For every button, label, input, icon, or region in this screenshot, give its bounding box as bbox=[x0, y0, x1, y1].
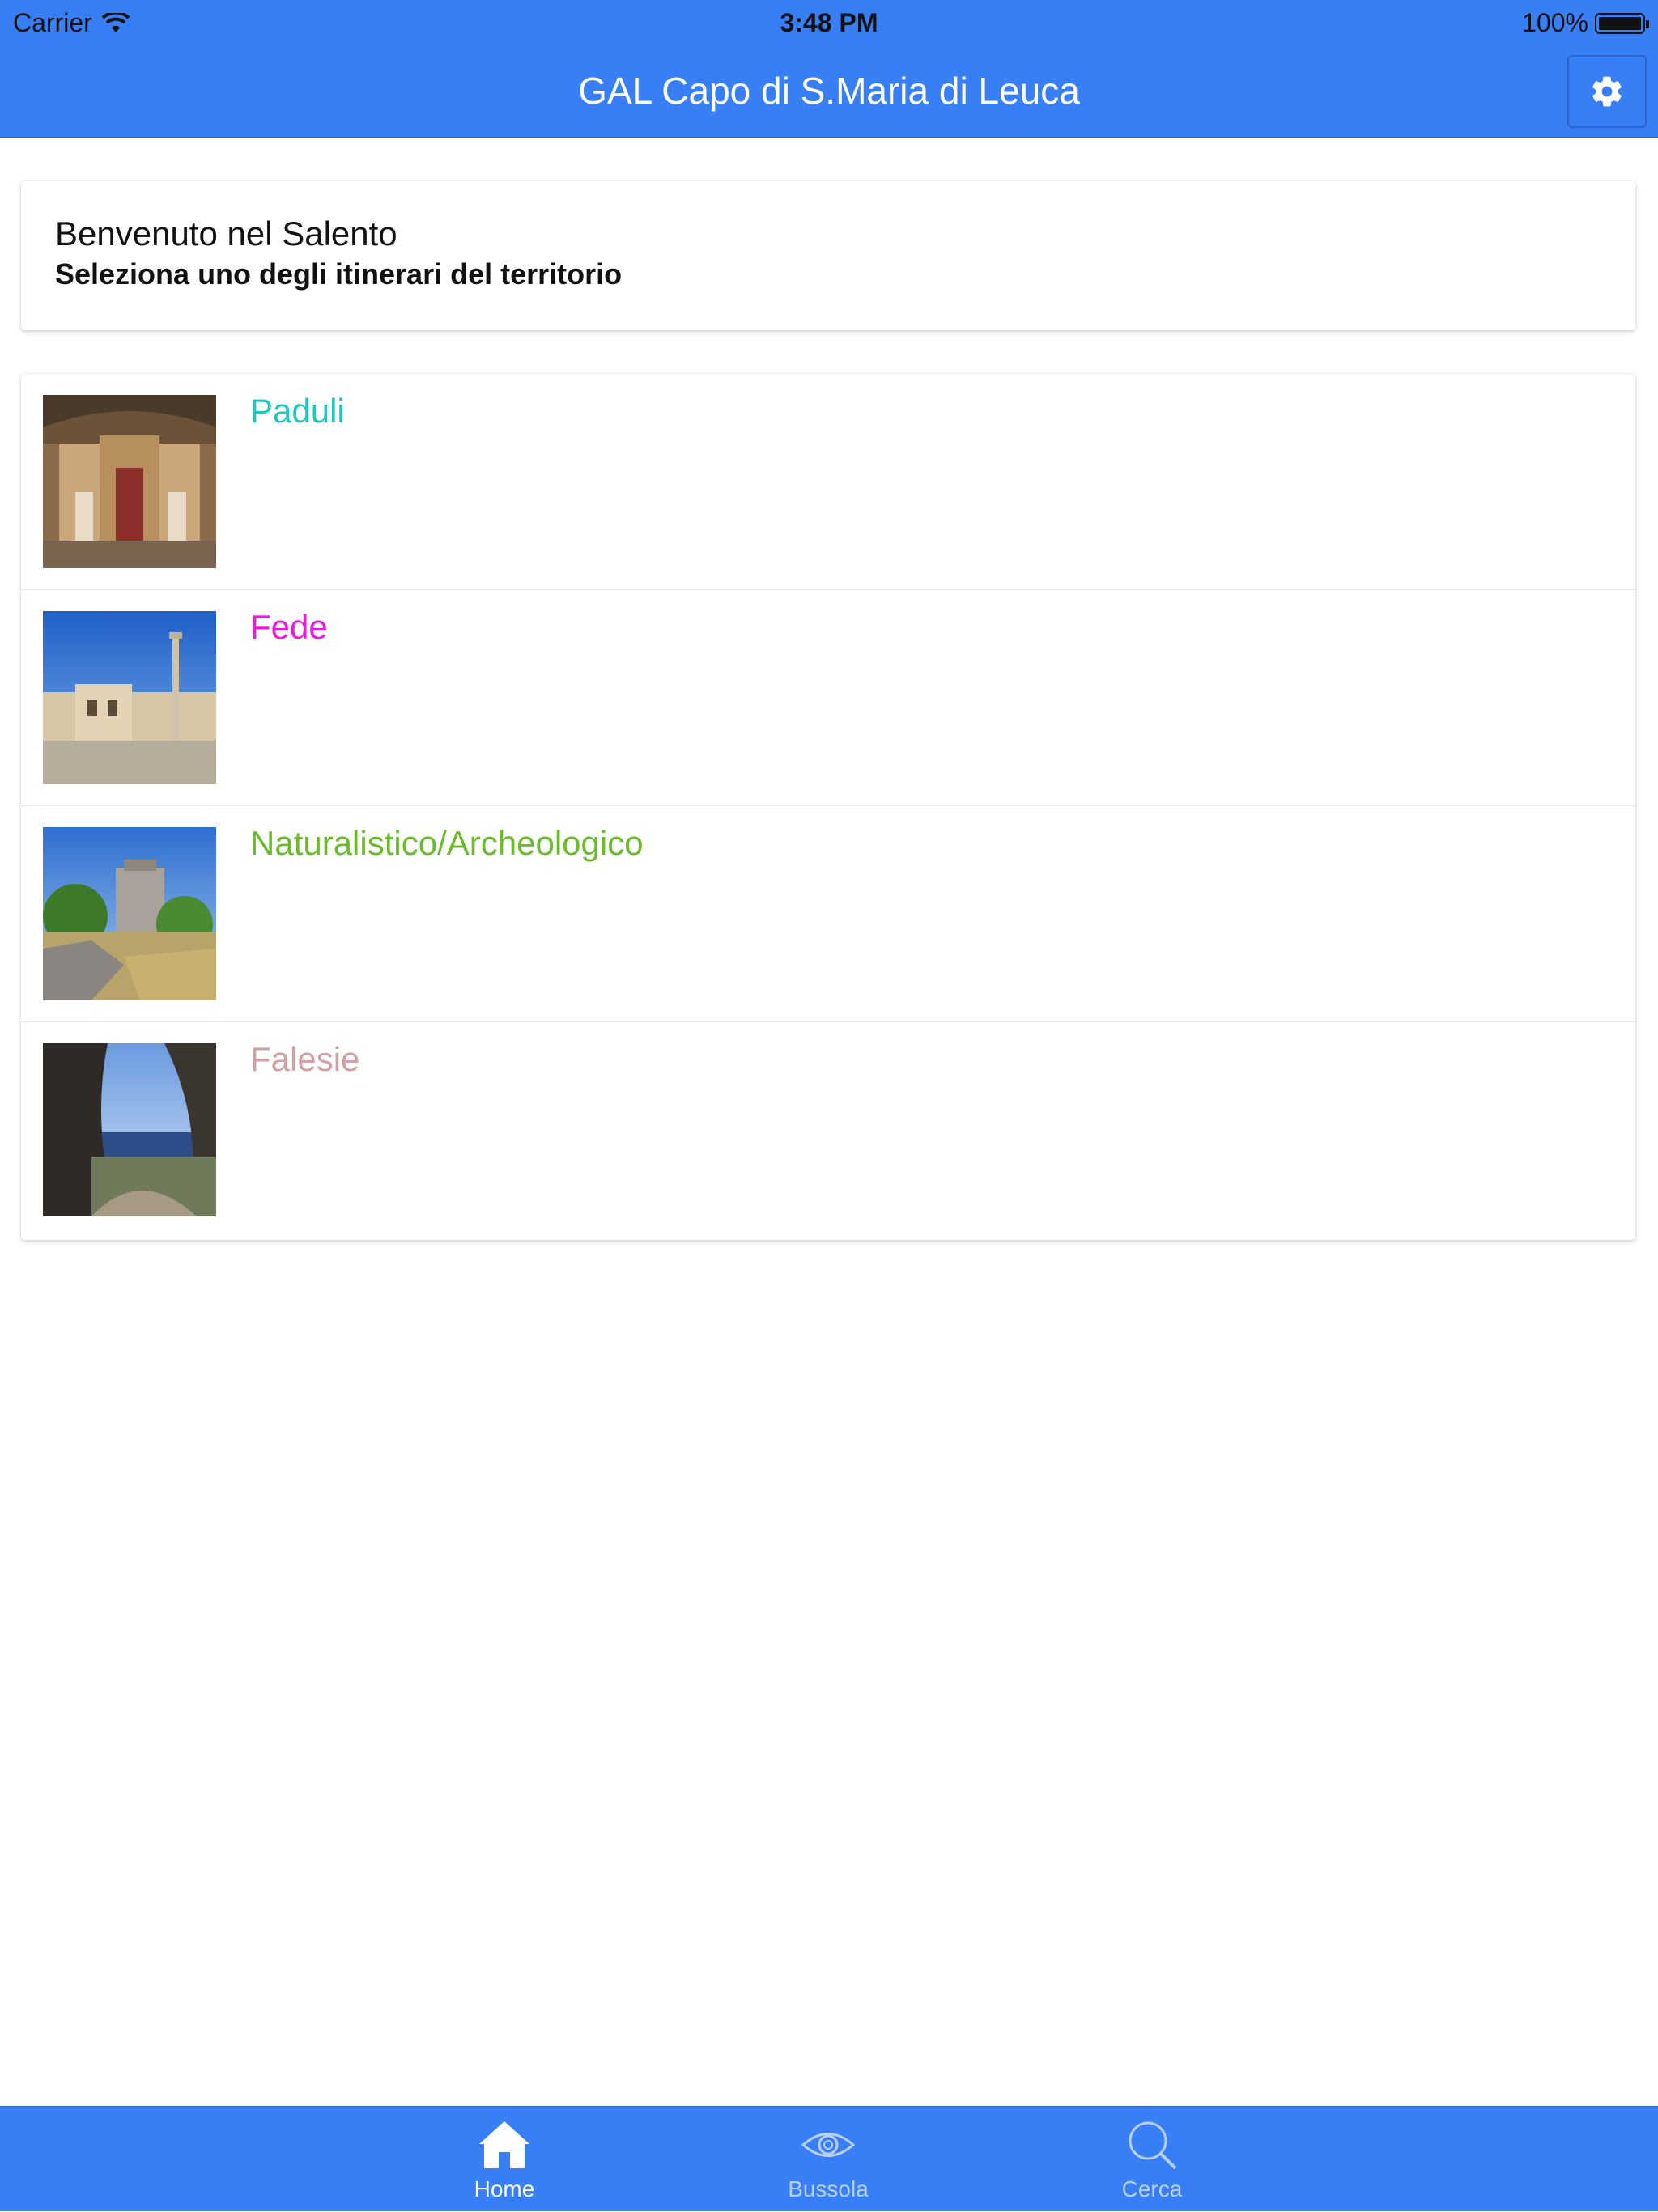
itinerary-item-naturalistico[interactable]: Naturalistico/Archeologico bbox=[21, 806, 1635, 1022]
tab-label: Bussola bbox=[788, 2176, 869, 2201]
itinerary-thumbnail bbox=[43, 827, 216, 1000]
tab-bar: Home Bussola Cerca bbox=[0, 2106, 1658, 2211]
itinerary-label: Falesie bbox=[250, 1040, 360, 1078]
itinerary-thumbnail bbox=[43, 1043, 216, 1216]
tab-cerca[interactable]: Cerca bbox=[1055, 2107, 1249, 2212]
settings-button[interactable] bbox=[1567, 55, 1647, 128]
welcome-subtitle: Seleziona uno degli itinerari del territ… bbox=[55, 257, 623, 291]
eye-icon bbox=[801, 2133, 856, 2157]
home-icon bbox=[479, 2121, 529, 2168]
battery-percent: 100% bbox=[1522, 8, 1588, 37]
status-battery: 100% bbox=[1522, 8, 1649, 38]
tab-home[interactable]: Home bbox=[407, 2107, 602, 2212]
tab-bussola[interactable]: Bussola bbox=[731, 2107, 925, 2212]
itinerary-list: Paduli Fede Naturalistico/Archeologico F… bbox=[21, 374, 1635, 1240]
tab-label: Home bbox=[474, 2176, 535, 2201]
itinerary-item-falesie[interactable]: Falesie bbox=[21, 1022, 1635, 1238]
top-bar: Carrier 3:48 PM 100% GAL Capo di S.Maria… bbox=[0, 0, 1658, 138]
itinerary-item-fede[interactable]: Fede bbox=[21, 590, 1635, 806]
battery-icon bbox=[1595, 12, 1649, 34]
status-time: 3:48 PM bbox=[780, 8, 878, 37]
search-icon bbox=[1129, 2121, 1177, 2170]
status-bar: Carrier 3:48 PM 100% bbox=[0, 0, 1658, 44]
itinerary-thumbnail bbox=[43, 611, 216, 784]
tab-label: Cerca bbox=[1121, 2176, 1183, 2201]
welcome-title: Benvenuto nel Salento bbox=[55, 214, 397, 253]
page-title: GAL Capo di S.Maria di Leuca bbox=[578, 70, 1080, 112]
itinerary-thumbnail bbox=[43, 395, 216, 568]
itinerary-item-paduli[interactable]: Paduli bbox=[21, 374, 1635, 590]
welcome-card: Benvenuto nel Salento Seleziona uno degl… bbox=[21, 181, 1635, 330]
gear-icon bbox=[1592, 76, 1622, 107]
itinerary-label: Fede bbox=[250, 608, 328, 646]
itinerary-label: Naturalistico/Archeologico bbox=[250, 824, 644, 862]
itinerary-label: Paduli bbox=[250, 392, 345, 430]
